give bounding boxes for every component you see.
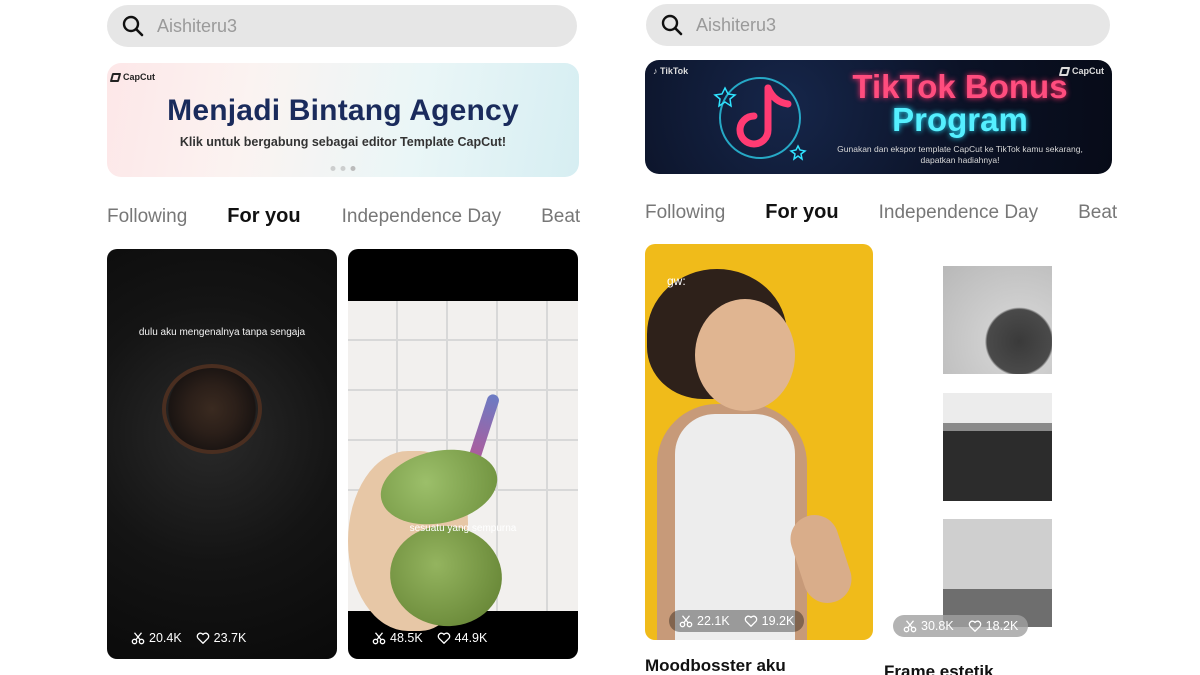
card-thumbnail (943, 519, 1052, 627)
likes-count: 18.2K (985, 619, 1019, 633)
template-card[interactable]: sesuatu yang sempurna 48.5K 44.9K (348, 249, 578, 659)
card-stats: 22.1K 19.2K (669, 610, 805, 632)
search-placeholder: Aishiteru3 (157, 15, 238, 36)
search-icon (122, 15, 144, 37)
capcut-logo-icon: CapCut (109, 72, 155, 82)
heart-icon (196, 632, 209, 644)
card-thumbnail (162, 364, 262, 454)
uses-count: 30.8K (921, 619, 954, 633)
tiktok-note-icon (713, 77, 807, 161)
brand-label: CapCut (123, 72, 155, 82)
scissors-icon (131, 632, 145, 645)
banner-title: TikTok Bonus Program (815, 70, 1105, 136)
uses-count: 48.5K (390, 631, 423, 645)
category-tabs: Following For you Independence Day Beat (645, 201, 1117, 224)
banner-title: Menjadi Bintang Agency (167, 94, 519, 127)
tab-independence-day[interactable]: Independence Day (342, 206, 502, 228)
right-screenshot: Aishiteru3 ♪ TikTok CapCut TikTok Bonus … (600, 0, 1200, 675)
card-caption: dulu aku mengenalnya tanpa sengaja (138, 327, 306, 338)
search-icon (661, 14, 683, 36)
template-card[interactable]: dulu aku mengenalnya tanpa sengaja 20.4K… (107, 249, 337, 659)
left-screenshot: Aishiteru3 CapCut Menjadi Bintang Agency… (0, 0, 600, 675)
scissors-icon (679, 615, 693, 628)
card-title[interactable]: Moodbosster aku (645, 656, 786, 675)
banner-subtitle: Gunakan dan ekspor template CapCut ke Ti… (837, 144, 1083, 165)
template-card[interactable]: gw: 22.1K 19.2K (645, 244, 873, 640)
promo-banner-tiktok-bonus[interactable]: ♪ TikTok CapCut TikTok Bonus Program Gun… (645, 60, 1112, 174)
search-bar[interactable]: Aishiteru3 (107, 5, 577, 47)
carousel-dot-active (350, 166, 356, 171)
card-stats: 48.5K 44.9K (372, 631, 487, 645)
banner-title-line2: Program (892, 101, 1028, 138)
card-thumbnail: sesuatu yang sempurna (348, 301, 578, 634)
card-thumbnail (943, 393, 1052, 501)
tab-following[interactable]: Following (645, 202, 725, 224)
banner-title-line1: TikTok Bonus (852, 68, 1068, 105)
tab-beat[interactable]: Beat (541, 206, 580, 228)
card-title[interactable]: Frame estetik (884, 662, 994, 675)
tab-for-you[interactable]: For you (227, 205, 300, 228)
carousel-dot (340, 166, 346, 171)
likes-count: 19.2K (761, 614, 795, 628)
search-bar[interactable]: Aishiteru3 (646, 4, 1110, 46)
tab-for-you[interactable]: For you (765, 201, 838, 224)
scissors-icon (372, 632, 386, 645)
uses-count: 20.4K (149, 631, 182, 645)
brand-label: TikTok (660, 66, 689, 76)
card-caption: sesuatu yang sempurna (409, 523, 517, 534)
tab-following[interactable]: Following (107, 206, 187, 228)
heart-icon (744, 615, 757, 627)
banner-subtitle: Klik untuk bergabung sebagai editor Temp… (179, 135, 507, 149)
likes-count: 23.7K (213, 631, 247, 645)
promo-banner-agency[interactable]: CapCut Menjadi Bintang Agency Klik untuk… (107, 63, 579, 177)
card-overlay-text: gw: (667, 274, 686, 288)
card-stats: 30.8K 18.2K (893, 615, 1029, 637)
uses-count: 22.1K (697, 614, 730, 628)
scissors-icon (903, 620, 917, 633)
tiktok-logo-icon: ♪ TikTok (653, 66, 689, 76)
carousel-dots (330, 166, 356, 171)
heart-icon (968, 620, 981, 632)
heart-icon (437, 632, 450, 644)
carousel-dot (330, 166, 336, 171)
search-placeholder: Aishiteru3 (696, 14, 777, 35)
card-stats: 20.4K 23.7K (131, 631, 246, 645)
tab-beat[interactable]: Beat (1078, 202, 1117, 224)
category-tabs: Following For you Independence Day Beat (107, 205, 580, 228)
likes-count: 44.9K (454, 631, 488, 645)
tab-independence-day[interactable]: Independence Day (879, 202, 1039, 224)
card-thumbnail (943, 266, 1052, 374)
